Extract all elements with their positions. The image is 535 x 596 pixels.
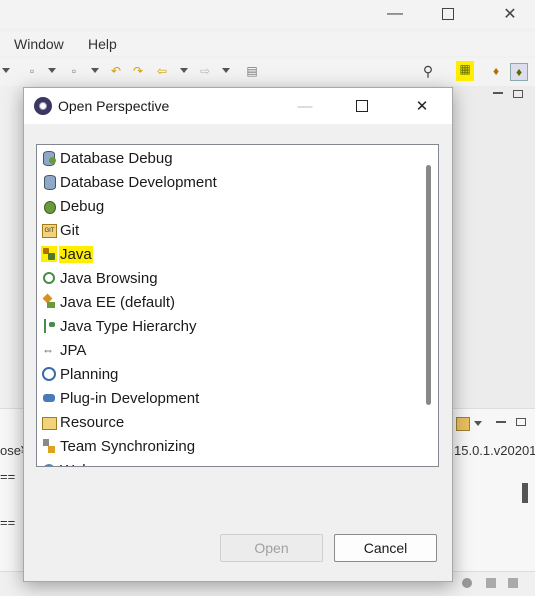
prev-annotation-icon[interactable]: ↶ (108, 63, 124, 79)
perspective-list[interactable]: Database Debug Database Development Debug G… (36, 144, 439, 467)
menu-bar: Window Help (0, 32, 535, 56)
status-icon (462, 578, 472, 588)
list-item-label: Database Development (60, 173, 217, 191)
chevron-down-icon[interactable] (48, 68, 56, 73)
new-icon[interactable]: ▫ (24, 63, 40, 79)
console-text: == (0, 515, 16, 530)
next-annotation-icon[interactable]: ↷ (130, 63, 146, 79)
chevron-down-icon[interactable] (474, 421, 482, 426)
console-icon[interactable] (456, 417, 470, 431)
list-item[interactable]: ⇔ JPA (41, 339, 87, 361)
console-text: == (0, 469, 16, 484)
list-item-label: Java (59, 245, 93, 263)
java-browsing-icon (41, 270, 57, 286)
list-item[interactable]: Database Debug (41, 147, 174, 169)
menu-help[interactable]: Help (88, 36, 117, 52)
back-icon[interactable]: ⇦ (154, 63, 170, 79)
status-icon (486, 578, 496, 588)
list-item-label: Team Synchronizing (60, 437, 196, 455)
list-item-label: Plug-in Development (60, 389, 200, 407)
list-item-label: Database Debug (60, 149, 173, 167)
maximize-icon[interactable] (516, 418, 526, 426)
minimize-icon[interactable]: — (372, 0, 418, 28)
list-item-label: JPA (60, 341, 87, 359)
type-hierarchy-icon (41, 318, 57, 334)
minimize-icon[interactable] (493, 92, 503, 94)
list-item[interactable]: Java Browsing (41, 267, 159, 289)
list-item[interactable]: GIT Git (41, 219, 80, 241)
window-titlebar: — ✕ (0, 0, 535, 28)
list-item-label: Git (60, 221, 80, 239)
chevron-down-icon[interactable] (222, 68, 230, 73)
list-item[interactable]: Planning (41, 363, 119, 385)
close-icon[interactable]: ✕ (487, 0, 533, 28)
list-item[interactable]: Java (41, 243, 93, 265)
chevron-down-icon[interactable] (180, 68, 188, 73)
resource-icon (41, 414, 57, 430)
maximize-icon[interactable] (349, 94, 375, 118)
database-debug-icon (41, 150, 57, 166)
minimize-icon[interactable] (496, 421, 506, 423)
list-item[interactable]: Debug (41, 195, 105, 217)
menu-window[interactable]: Window (14, 36, 64, 52)
search-icon[interactable]: ⚲ (420, 63, 436, 79)
chevron-down-icon[interactable] (91, 68, 99, 73)
list-scrollbar[interactable] (421, 145, 438, 466)
jpa-icon: ⇔ (42, 343, 54, 357)
web-icon (41, 462, 57, 466)
list-item[interactable]: Web (41, 459, 92, 467)
list-item-label: Java Type Hierarchy (60, 317, 197, 335)
java-perspective-icon[interactable]: ♦ (510, 63, 528, 81)
chevron-down-icon[interactable] (2, 68, 10, 73)
list-item-label: Planning (60, 365, 119, 383)
bug-icon (41, 198, 57, 214)
open-perspective-dialog: Open Perspective — ✕ Database Debug Datab… (23, 87, 453, 582)
list-item[interactable]: Team Synchronizing (41, 435, 196, 457)
open-perspective-icon[interactable]: ▦ (456, 61, 474, 81)
maximize-icon[interactable] (425, 0, 471, 28)
git-icon: GIT (41, 222, 57, 238)
java-icon (41, 246, 57, 262)
list-item[interactable]: Java EE (default) (41, 291, 176, 313)
open-console-icon[interactable]: ▤ (244, 63, 260, 79)
list-item[interactable]: Resource (41, 411, 125, 433)
main-toolbar: ▫ ▫ ↶ ↷ ⇦ ⇨ ▤ ⚲ ▦ ♦ ♦ (0, 58, 535, 86)
status-icon (508, 578, 518, 588)
console-version-text: 15.0.1.v20201 (454, 443, 535, 458)
team-sync-icon (41, 438, 57, 454)
cancel-button[interactable]: Cancel (334, 534, 437, 562)
close-icon[interactable]: ✕ (409, 94, 435, 118)
forward-icon[interactable]: ⇨ (197, 63, 213, 79)
pin-icon[interactable]: ▫ (66, 63, 82, 79)
dialog-title: Open Perspective (58, 98, 170, 114)
list-item-label: Web (59, 462, 92, 467)
list-item-label: Java EE (default) (60, 293, 176, 311)
list-item[interactable]: Plug-in Development (41, 387, 200, 409)
list-item-label: Resource (60, 413, 125, 431)
list-item[interactable]: Java Type Hierarchy (41, 315, 197, 337)
dialog-titlebar: Open Perspective — ✕ (24, 88, 452, 124)
database-icon (41, 174, 57, 190)
eclipse-logo-icon (34, 97, 52, 115)
list-item[interactable]: Database Development (41, 171, 218, 193)
list-item-label: Java Browsing (60, 269, 158, 287)
scroll-thumb[interactable] (426, 165, 431, 405)
list-item-label: Debug (60, 197, 105, 215)
maximize-icon[interactable] (513, 90, 523, 98)
minimize-icon: — (297, 97, 313, 115)
plugin-icon (41, 390, 57, 406)
planning-icon (41, 366, 57, 382)
open-button[interactable]: Open (220, 534, 323, 562)
scroll-thumb[interactable] (522, 483, 528, 503)
java-ee-icon (41, 293, 57, 310)
java-ee-perspective-icon[interactable]: ♦ (488, 63, 504, 79)
